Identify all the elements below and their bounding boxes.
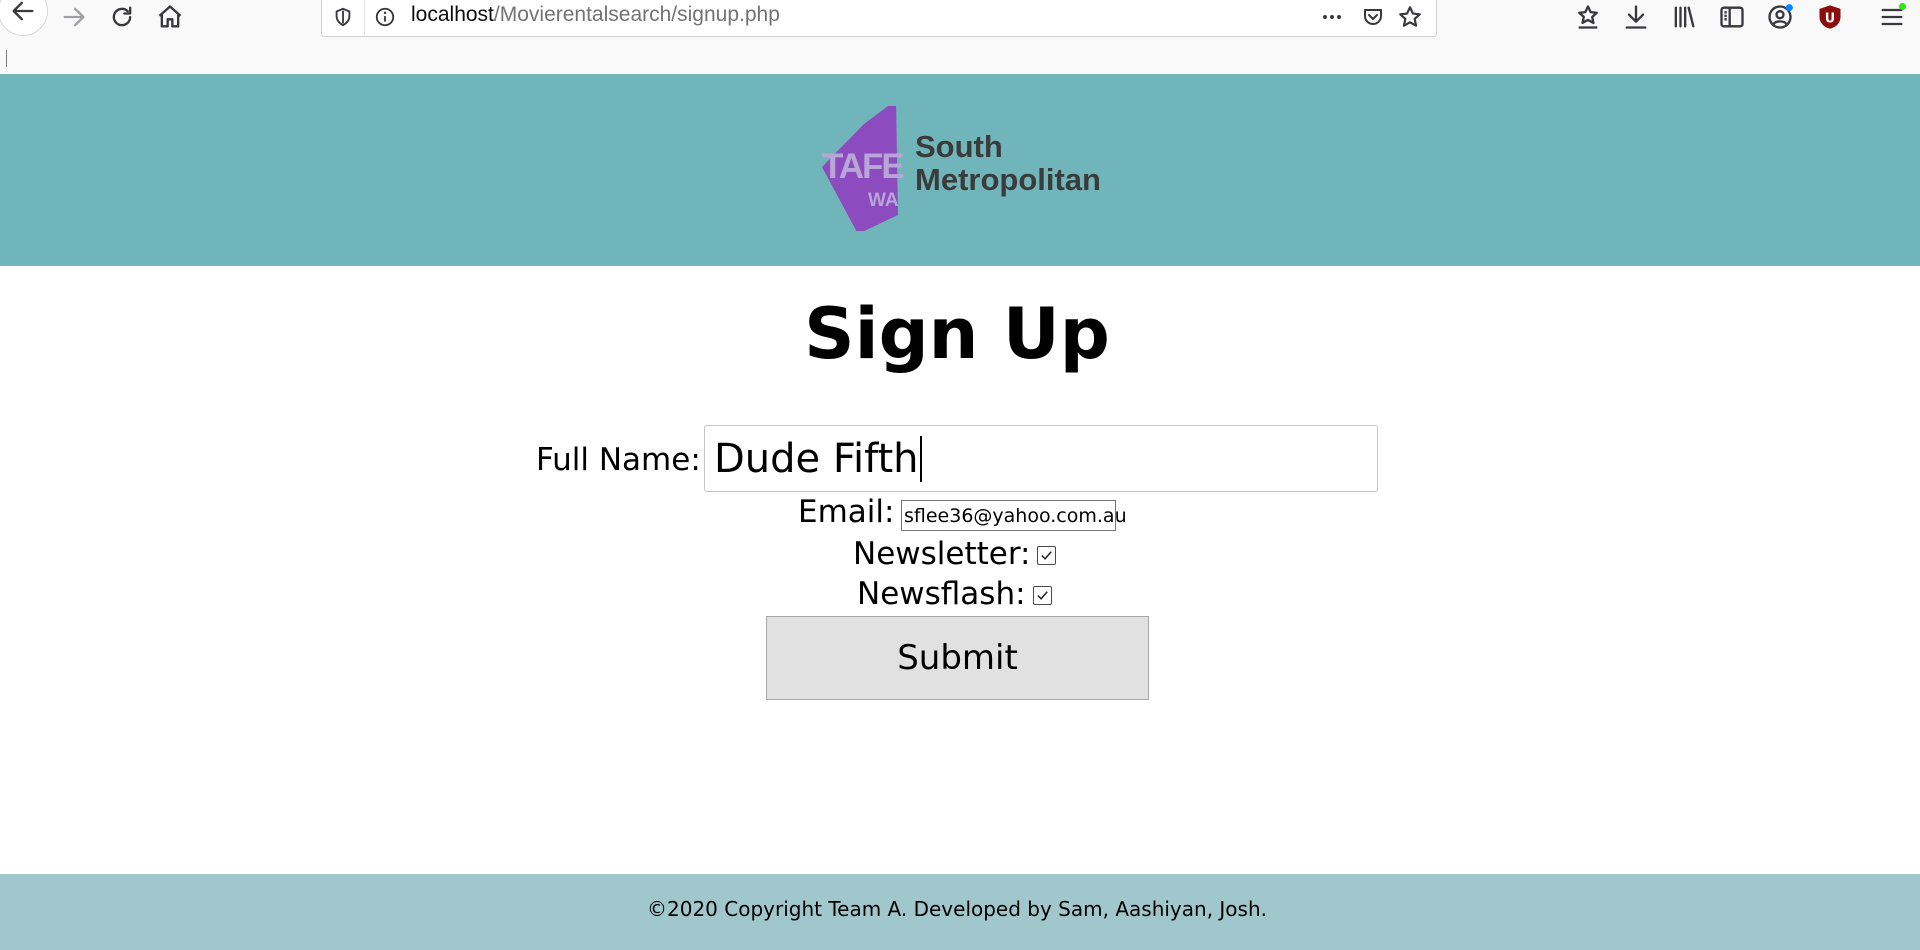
text-caret (6, 50, 7, 67)
submit-button[interactable]: Submit (766, 616, 1149, 700)
site-footer: ©2020 Copyright Team A. Developed by Sam… (0, 874, 1920, 950)
email-label: Email: (798, 494, 895, 530)
newsflash-checkbox[interactable] (1033, 586, 1052, 605)
page-title: Sign Up (804, 293, 1110, 375)
ublock-icon: U (1819, 5, 1841, 29)
profile-badge: U (1825, 11, 1835, 26)
checkmark-icon (1041, 551, 1052, 560)
footer-copyright: ©2020 Copyright Team A. Developed by Sam… (647, 897, 1267, 921)
site-header: TAFE WA South Metropolitan (0, 74, 1920, 266)
shield-icon[interactable] (329, 3, 357, 31)
full-name-value: Dude Fifth (714, 435, 919, 482)
email-value: sflee36@yahoo.com.au (904, 504, 1127, 527)
url-text[interactable]: localhost/Movierentalsearch/signup.php (411, 3, 780, 27)
url-host: localhost (411, 3, 494, 26)
info-icon[interactable] (371, 3, 399, 31)
library-button[interactable] (1660, 0, 1708, 34)
extension-button[interactable]: U (1806, 0, 1854, 34)
email-input[interactable]: sflee36@yahoo.com.au (901, 500, 1127, 531)
home-icon (158, 5, 182, 28)
text-cursor (919, 435, 922, 482)
address-bar[interactable]: localhost/Movierentalsearch/signup.php (321, 0, 1437, 37)
bookmarks-menu-button[interactable] (1564, 0, 1612, 34)
checkmark-icon (1037, 591, 1048, 600)
sidebar-button[interactable] (1708, 0, 1756, 34)
app-menu-button[interactable] (1868, 0, 1916, 34)
address-bar-divider (364, 0, 365, 35)
account-button[interactable] (1756, 0, 1804, 34)
full-name-label: Full Name: (536, 442, 701, 478)
home-button[interactable] (146, 0, 194, 34)
bookmark-star-icon[interactable] (1396, 3, 1424, 31)
logo-wordmark: South Metropolitan (915, 129, 1101, 197)
arrow-left-icon (12, 1, 34, 21)
back-button[interactable] (0, 0, 48, 36)
downloads-button[interactable] (1612, 0, 1660, 34)
pocket-icon[interactable] (1359, 3, 1387, 31)
logo-mark-bottom: WA (868, 190, 899, 211)
arrow-right-icon (63, 7, 85, 27)
newsflash-label: Newsflash: (857, 576, 1026, 612)
logo-mark-top: TAFE (822, 147, 903, 186)
account-icon (1768, 4, 1793, 29)
newsletter-label: Newsletter: (853, 536, 1031, 572)
library-icon (1674, 6, 1695, 28)
reload-button[interactable] (98, 0, 146, 34)
download-icon (1625, 5, 1647, 29)
browser-toolbar: localhost/Movierentalsearch/signup.php U (0, 0, 1920, 74)
forward-button[interactable] (50, 0, 98, 34)
full-name-input[interactable]: Dude Fifth (704, 425, 1378, 492)
url-path: /Movierentalsearch/signup.php (493, 3, 780, 26)
reload-icon (112, 6, 132, 27)
newsletter-checkbox[interactable] (1037, 546, 1056, 565)
sidebar-icon (1720, 6, 1744, 28)
hamburger-menu-icon (1881, 3, 1906, 26)
star-shelf-icon (1578, 5, 1598, 29)
more-actions-icon[interactable] (1318, 3, 1346, 31)
